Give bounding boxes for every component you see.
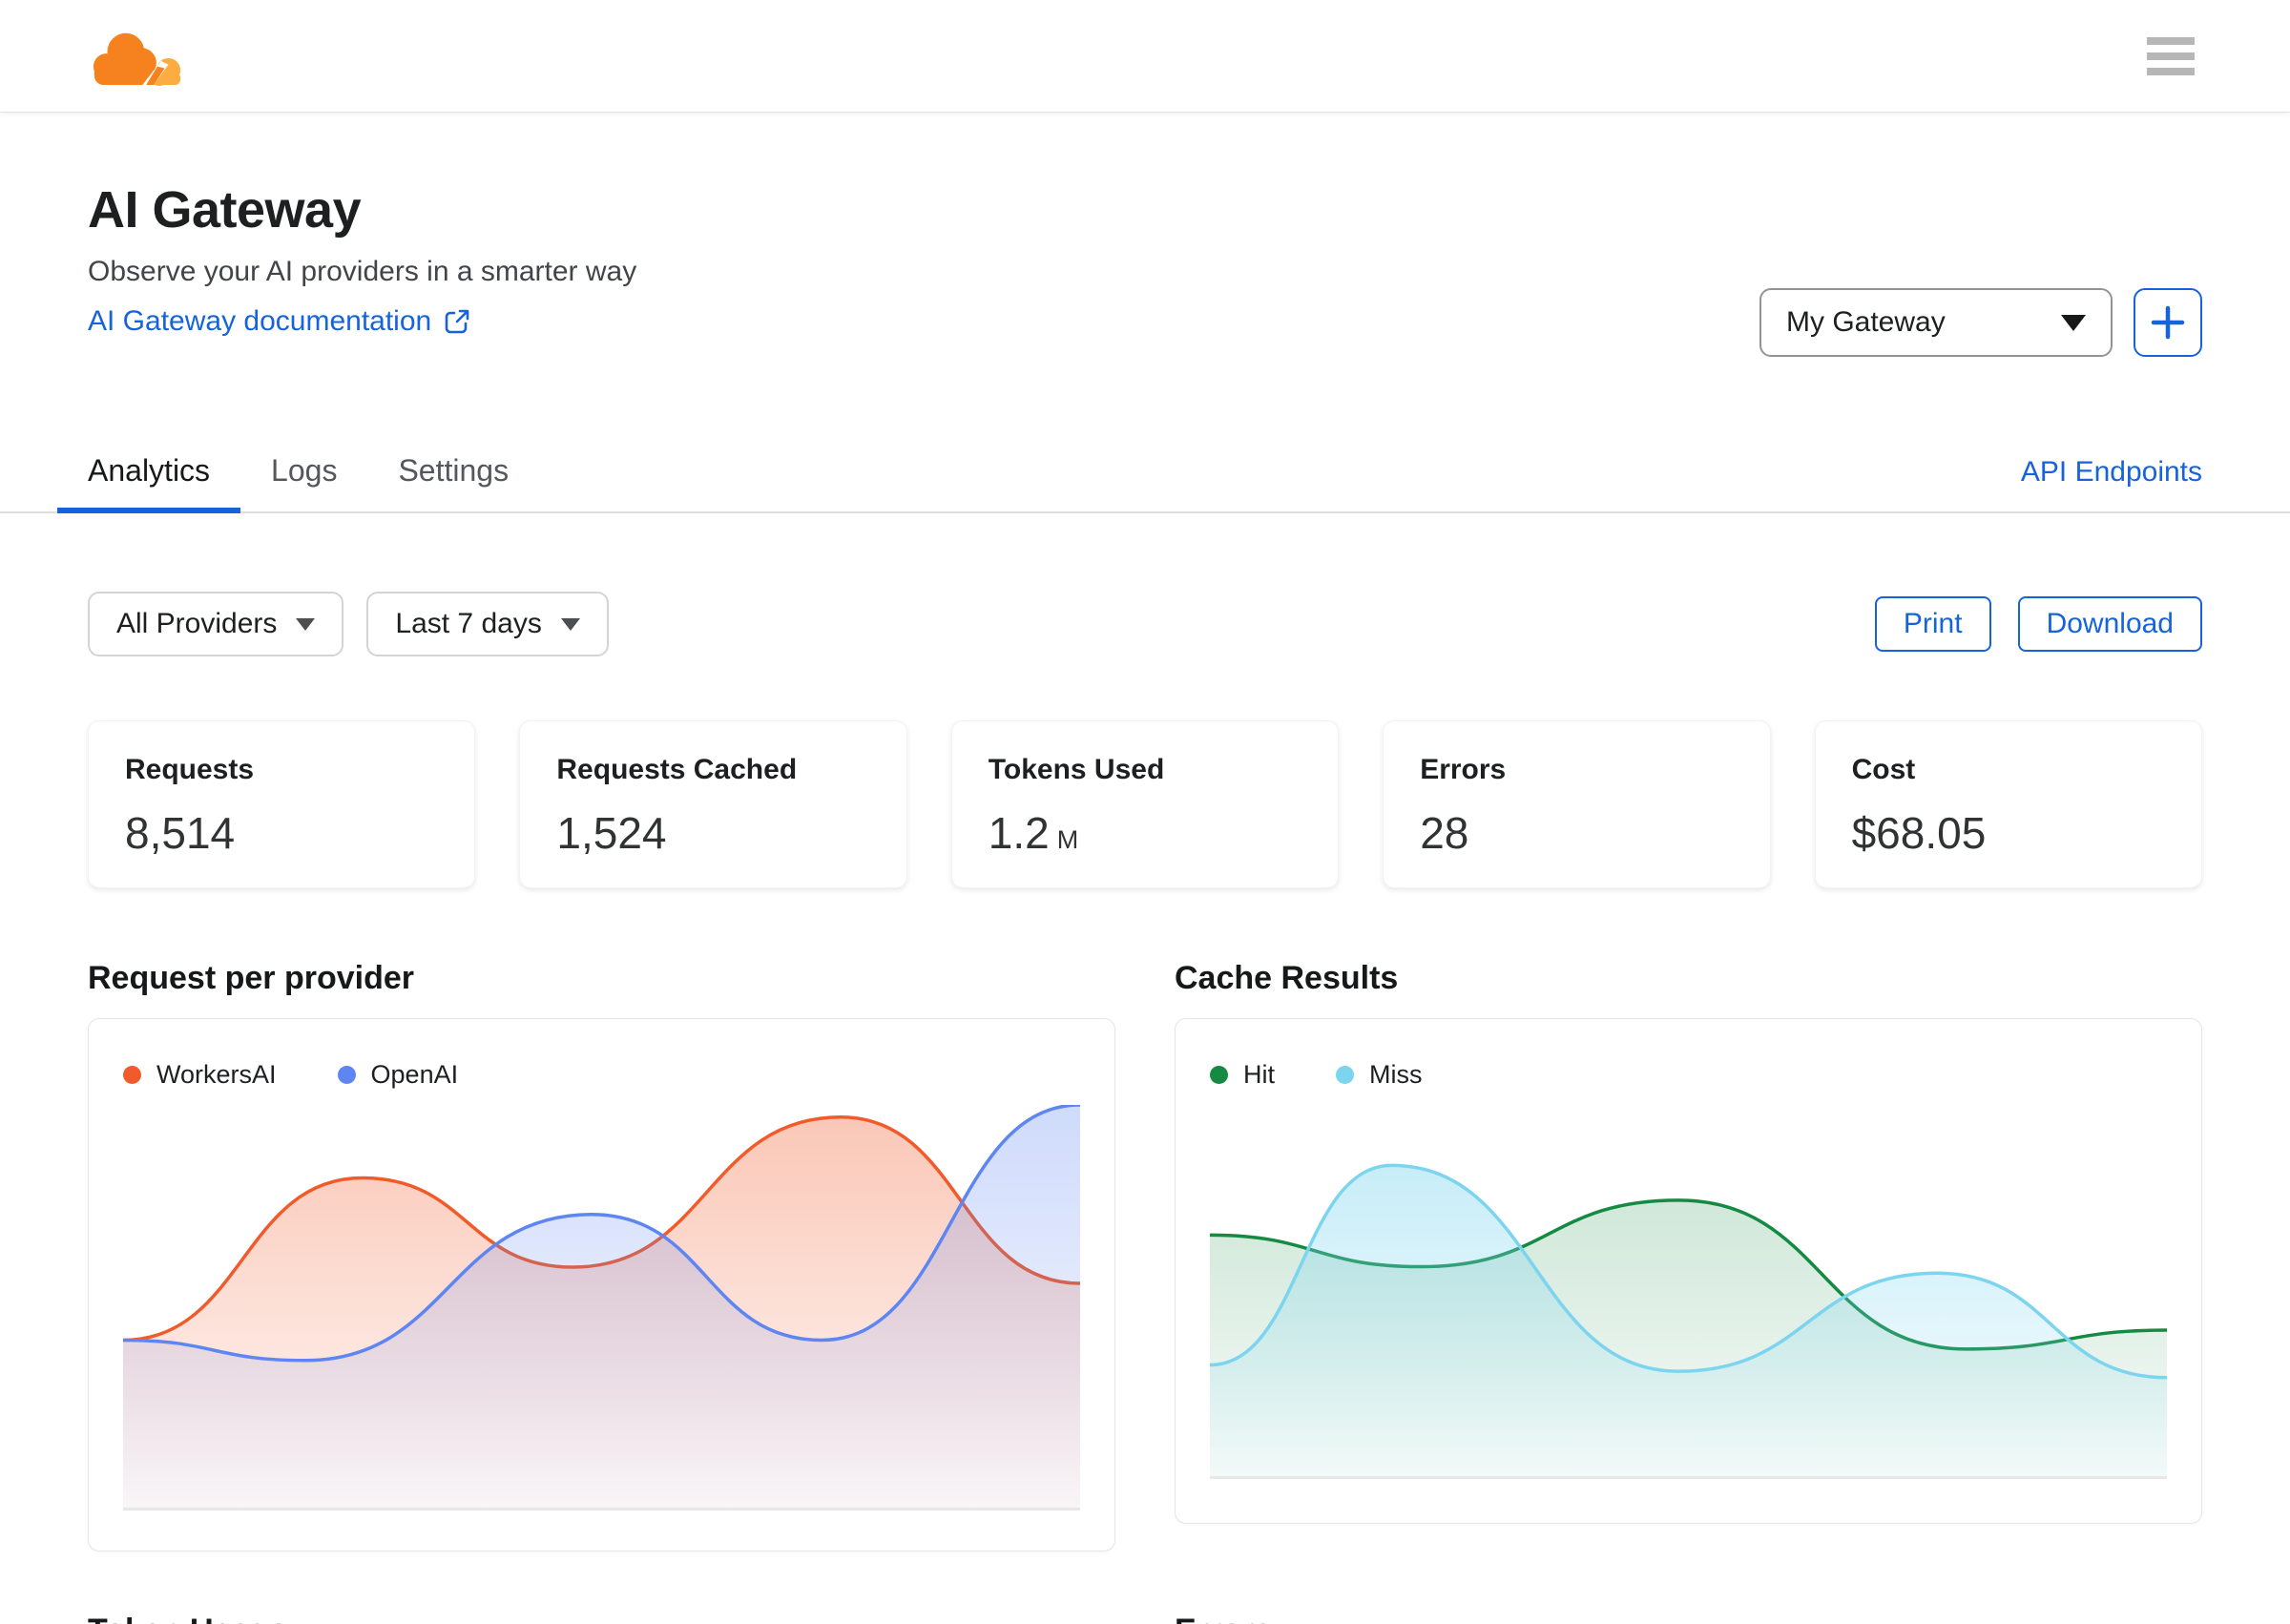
date-range-filter-value: Last 7 days bbox=[395, 608, 542, 639]
chevron-down-icon bbox=[296, 617, 316, 631]
stat-label: Requests bbox=[125, 754, 255, 785]
page-title: AI Gateway bbox=[88, 181, 362, 239]
requests-per-provider-chart-card: WorkersAI OpenAI bbox=[88, 1018, 1115, 1551]
legend-item-openai: OpenAI bbox=[337, 1059, 459, 1090]
gateway-select[interactable]: My Gateway bbox=[1759, 288, 2113, 357]
download-button[interactable]: Download bbox=[2017, 596, 2202, 652]
hamburger-menu-icon[interactable] bbox=[2147, 36, 2195, 75]
plus-icon bbox=[2151, 305, 2185, 340]
stat-value: 28 bbox=[1420, 808, 1469, 858]
date-range-filter-dropdown[interactable]: Last 7 days bbox=[366, 592, 609, 656]
charts-grid: Request per provider WorkersAI OpenAI Cac… bbox=[88, 960, 2202, 1551]
stats-row: Requests 8,514 Requests Cached 1,524 Tokens … bbox=[88, 720, 2202, 888]
bottom-sections-row: Token Usage Errors bbox=[88, 1613, 2202, 1624]
documentation-link-label: AI Gateway documentation bbox=[88, 304, 432, 337]
legend-item-miss: Miss bbox=[1336, 1060, 1423, 1090]
stat-card-requests: Requests 8,514 bbox=[88, 720, 476, 888]
stat-value: $68.05 bbox=[1851, 808, 1987, 858]
api-endpoints-link[interactable]: API Endpoints bbox=[2021, 456, 2202, 511]
stat-card-requests-cached: Requests Cached 1,524 bbox=[519, 720, 907, 888]
stat-card-cost: Cost $68.05 bbox=[1814, 720, 2202, 888]
chart-legend: Hit Miss bbox=[1210, 1059, 2167, 1090]
stat-label: Requests Cached bbox=[556, 754, 798, 785]
gateway-select-value: My Gateway bbox=[1786, 306, 1946, 338]
chevron-down-icon bbox=[2061, 314, 2086, 331]
errors-section-title: Errors bbox=[1175, 1613, 2202, 1624]
tab-bar: Analytics Logs Settings API Endpoints bbox=[0, 452, 2290, 513]
tab-list: Analytics Logs Settings bbox=[57, 452, 539, 513]
legend-dot-icon bbox=[123, 1065, 141, 1084]
page-header: AI Gateway Observe your AI providers in … bbox=[88, 113, 2202, 357]
cache-results-chart-card: Hit Miss bbox=[1175, 1018, 2202, 1524]
top-navigation-bar bbox=[0, 0, 2290, 113]
stat-label: Tokens Used bbox=[988, 754, 1165, 785]
cache-results-area-chart bbox=[1210, 1163, 2167, 1479]
legend-label: WorkersAI bbox=[156, 1059, 277, 1089]
stat-value: 8,514 bbox=[125, 808, 236, 858]
documentation-link[interactable]: AI Gateway documentation bbox=[88, 304, 471, 339]
providers-filter-dropdown[interactable]: All Providers bbox=[88, 592, 344, 656]
add-gateway-button[interactable] bbox=[2134, 288, 2202, 357]
stat-value: 1.2 M bbox=[988, 808, 1079, 858]
legend-item-hit: Hit bbox=[1210, 1060, 1275, 1090]
tab-analytics[interactable]: Analytics bbox=[57, 452, 241, 513]
stat-card-tokens-used: Tokens Used 1.2 M bbox=[950, 720, 1340, 888]
cloudflare-logo[interactable] bbox=[88, 26, 187, 87]
stat-value-suffix: M bbox=[1056, 825, 1079, 854]
stat-label: Errors bbox=[1420, 754, 1507, 785]
chart-title: Request per provider bbox=[88, 960, 414, 996]
requests-per-provider-section: Request per provider WorkersAI OpenAI bbox=[88, 960, 1115, 1551]
external-link-icon bbox=[445, 309, 469, 333]
legend-item-workersai: WorkersAI bbox=[123, 1060, 277, 1090]
legend-label: Miss bbox=[1369, 1059, 1423, 1089]
chart-legend: WorkersAI OpenAI bbox=[123, 1059, 1080, 1090]
tab-logs[interactable]: Logs bbox=[240, 452, 367, 511]
requests-per-provider-area-chart bbox=[123, 1105, 1080, 1510]
stat-card-errors: Errors 28 bbox=[1383, 720, 1771, 888]
stat-label: Cost bbox=[1851, 754, 1916, 785]
chart-title: Cache Results bbox=[1175, 960, 1399, 996]
providers-filter-value: All Providers bbox=[116, 608, 278, 639]
legend-label: OpenAI bbox=[370, 1059, 459, 1089]
legend-dot-icon bbox=[337, 1065, 356, 1084]
token-usage-section-title: Token Usage bbox=[88, 1613, 1115, 1624]
cache-results-section: Cache Results Hit Miss bbox=[1175, 960, 2202, 1524]
chevron-down-icon bbox=[560, 617, 580, 631]
legend-label: Hit bbox=[1243, 1059, 1275, 1089]
filter-toolbar: All Providers Last 7 days Print Download bbox=[88, 592, 2202, 656]
page-subtitle: Observe your AI providers in a smarter w… bbox=[88, 255, 637, 287]
tab-settings[interactable]: Settings bbox=[367, 452, 539, 511]
stat-value: 1,524 bbox=[556, 808, 667, 858]
legend-dot-icon bbox=[1336, 1065, 1354, 1084]
print-button[interactable]: Print bbox=[1874, 596, 1991, 652]
legend-dot-icon bbox=[1210, 1065, 1228, 1084]
